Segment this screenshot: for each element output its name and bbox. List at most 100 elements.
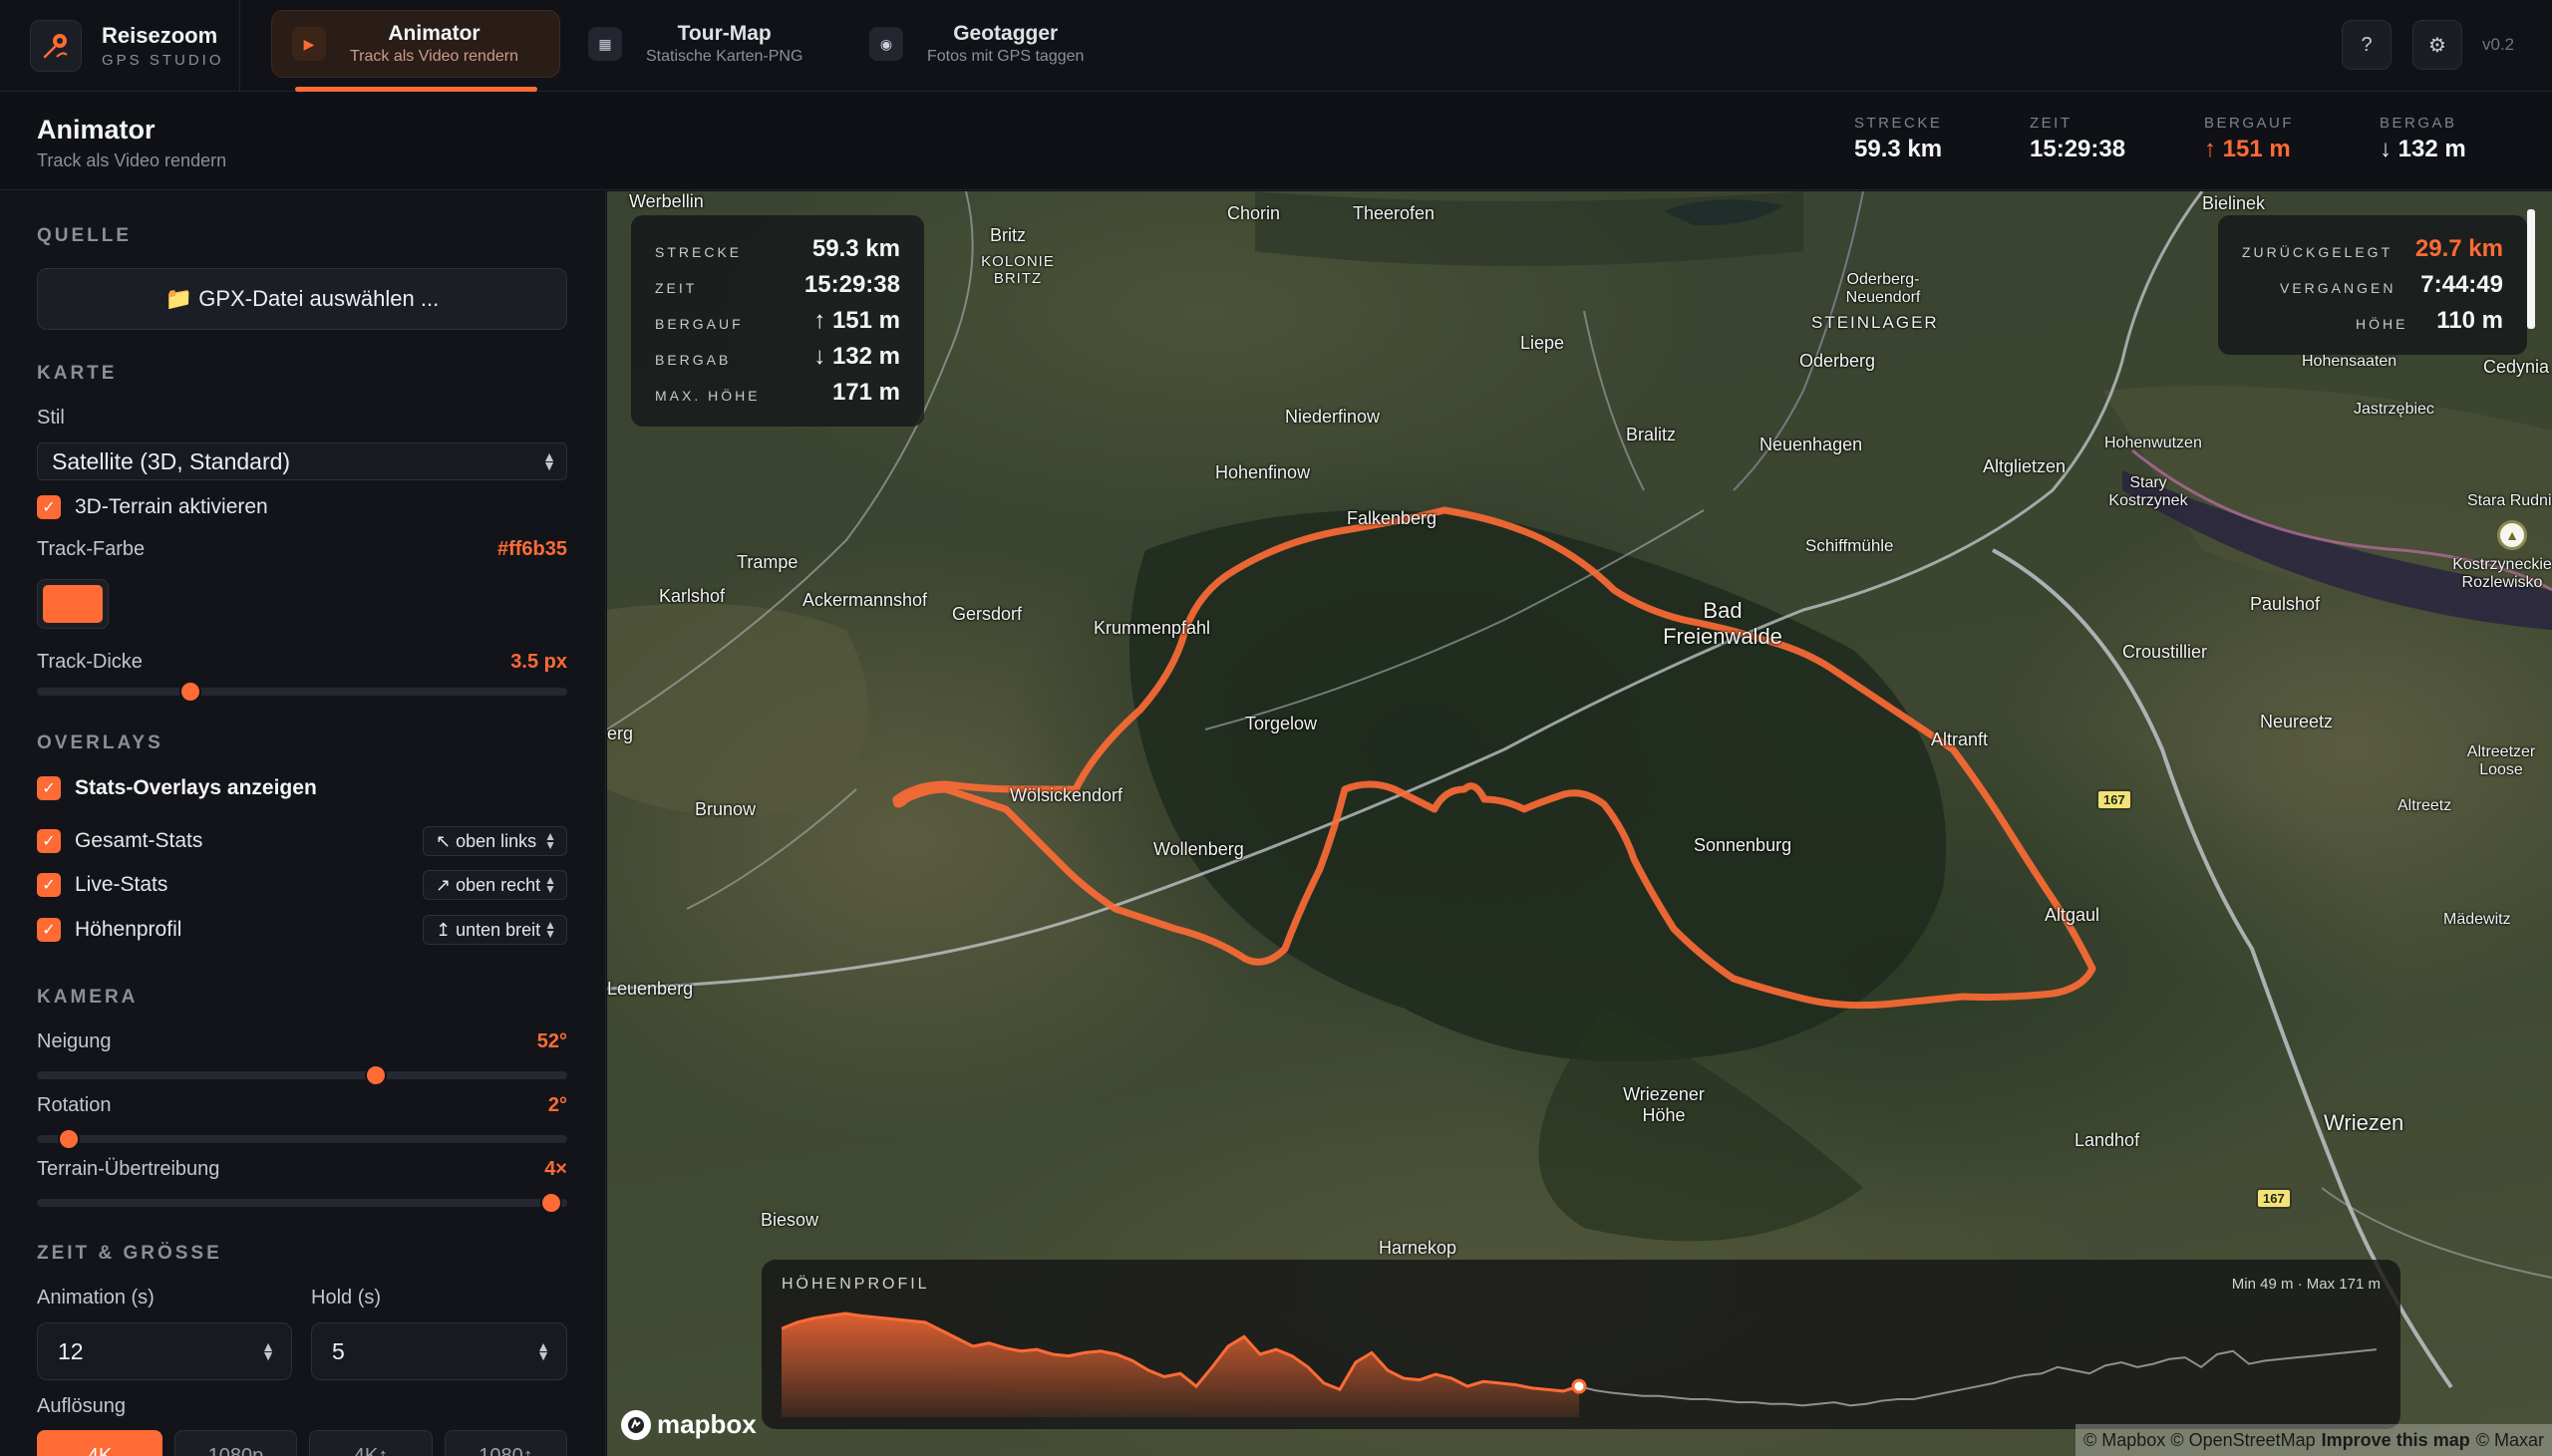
checkbox-checked-icon[interactable]: ✓ <box>37 918 61 942</box>
stats-overlays-toggle[interactable]: ✓ Stats-Overlays anzeigen <box>37 776 317 800</box>
page-subtitle: Track als Video rendern <box>37 150 227 170</box>
live-stats-position-select[interactable]: ↗ oben rechts ▲ ▼ <box>423 870 567 900</box>
place-label: Falkenberg <box>1347 508 1437 528</box>
stepper-icon[interactable]: ▲ ▼ <box>536 1339 550 1362</box>
place-label: Niederfinow <box>1285 407 1381 427</box>
select-value: ↥ unten breit <box>436 919 541 940</box>
place-label: Stary Kostrzynek <box>2108 474 2188 509</box>
hold-duration-label: Hold (s) <box>311 1287 382 1309</box>
tilt-label: Neigung <box>37 1030 112 1052</box>
place-label: Stara Rudnica <box>2467 492 2552 509</box>
stat-label: ZEIT <box>2030 115 2073 132</box>
resolution-1080p-button[interactable]: 1080p <box>174 1430 297 1456</box>
select-gpx-button[interactable]: 📁 GPX-Datei auswählen ... <box>37 268 567 330</box>
stat-label: BERGAB <box>655 352 732 368</box>
place-label: Werbellin <box>629 191 704 211</box>
slider-handle[interactable] <box>179 681 202 703</box>
resolution-1080-portrait-button[interactable]: 1080↕ <box>445 1430 567 1456</box>
place-label: Kostrzyneckie Rozlewisko <box>2452 556 2552 591</box>
place-label: Paulshof <box>2250 594 2321 614</box>
place-label: Neureetz <box>2260 712 2334 731</box>
gear-icon: ⚙ <box>2428 34 2446 57</box>
place-label: Altreetzer Loose <box>2466 743 2536 778</box>
resolution-4k-portrait-button[interactable]: 4K↕ <box>309 1430 433 1456</box>
place-label: Hohensaaten <box>2302 353 2397 370</box>
checkbox-checked-icon[interactable]: ✓ <box>37 495 61 519</box>
place-label: Leuenberg <box>607 979 694 999</box>
place-label: Jastrzębiec <box>2354 401 2434 418</box>
attribution-mapbox-link[interactable]: © Mapbox <box>2083 1430 2165 1451</box>
settings-button[interactable]: ⚙ <box>2412 20 2462 70</box>
elevation-profile-position-select[interactable]: ↥ unten breit ▲ ▼ <box>423 915 567 945</box>
tab-geotagger[interactable]: ◉ Geotagger Fotos mit GPS taggen <box>849 10 1128 78</box>
place-label: Wriezen <box>2324 1110 2404 1135</box>
map-icon: ▦ <box>588 27 622 61</box>
tab-animator[interactable]: ▶ Animator Track als Video rendern <box>271 10 560 78</box>
chevron-updown-icon: ▲ ▼ <box>540 830 556 851</box>
elevation-profile-toggle[interactable]: ✓ Höhenprofil <box>37 918 181 942</box>
attribution-osm-link[interactable]: © OpenStreetMap <box>2170 1430 2315 1451</box>
checkbox-checked-icon[interactable]: ✓ <box>37 829 61 853</box>
map-style-select[interactable]: Satellite (3D, Standard) ▲ ▼ <box>37 442 567 480</box>
track-width-label: Track-Dicke <box>37 651 143 673</box>
place-label: Theerofen <box>1353 203 1436 223</box>
tab-subtitle: Fotos mit GPS taggen <box>927 48 1085 65</box>
elevation-range: Min 49 m · Max 171 m <box>2231 1276 2381 1293</box>
resolution-label: Auflösung <box>37 1395 126 1417</box>
section-heading-overlays: OVERLAYS <box>37 732 163 753</box>
logo-icon <box>30 20 82 72</box>
place-label: Wriezener Höhe <box>1623 1084 1705 1125</box>
stat-label: BERGAUF <box>655 316 744 332</box>
terrain-exaggeration-slider[interactable] <box>37 1192 567 1214</box>
stat-label: HÖHE <box>2356 316 2408 332</box>
stepper-icon[interactable]: ▲ ▼ <box>261 1339 275 1362</box>
version-label: v0.2 <box>2482 35 2515 54</box>
checkbox-checked-icon[interactable]: ✓ <box>37 873 61 897</box>
tab-title: Tour-Map <box>677 22 772 45</box>
mapbox-logo[interactable]: mapbox <box>621 1409 757 1440</box>
place-label: Krummenpfahl <box>1094 618 1211 638</box>
pin-icon: ◉ <box>869 27 903 61</box>
terrain-toggle[interactable]: ✓ 3D-Terrain aktivieren <box>37 495 268 519</box>
track-width-slider[interactable] <box>37 681 567 703</box>
chevron-updown-icon: ▲ ▼ <box>540 919 556 940</box>
stat-value: 15:29:38 <box>2030 136 2126 162</box>
resolution-4k-button[interactable]: 4K <box>37 1430 162 1456</box>
elevation-area-completed <box>782 1313 1579 1417</box>
map-preview[interactable]: Werbellin Chorin Theerofen Britz KOLONIE… <box>607 191 2552 1456</box>
place-label: Neuenhagen <box>1759 435 1863 454</box>
checkbox-label: 3D-Terrain aktivieren <box>75 495 268 518</box>
tilt-slider[interactable] <box>37 1064 567 1086</box>
animation-duration-input[interactable]: 12 ▲ ▼ <box>37 1322 292 1380</box>
animation-duration-label: Animation (s) <box>37 1287 155 1309</box>
tab-title: Animator <box>388 22 480 45</box>
place-label: Bielinek <box>2202 193 2266 213</box>
checkbox-checked-icon[interactable]: ✓ <box>37 776 61 800</box>
header-stat-descent: BERGAB ↓ 132 m <box>2380 115 2466 163</box>
live-stats-toggle[interactable]: ✓ Live-Stats <box>37 873 167 897</box>
page-header: Animator Track als Video rendern STRECKE… <box>0 93 2552 190</box>
tab-tour-map[interactable]: ▦ Tour-Map Statische Karten-PNG <box>568 10 829 78</box>
place-label: Altglietzen <box>1983 456 2067 476</box>
mapbox-label: mapbox <box>657 1409 757 1439</box>
slider-handle[interactable] <box>365 1064 388 1086</box>
tab-subtitle: Track als Video rendern <box>350 48 518 65</box>
help-button[interactable]: ? <box>2342 20 2392 70</box>
overall-stats-position-select[interactable]: ↖ oben links ▲ ▼ <box>423 826 567 856</box>
hold-duration-input[interactable]: 5 ▲ ▼ <box>311 1322 567 1380</box>
brand[interactable]: Reisezoom GPS STUDIO <box>30 20 224 72</box>
place-label: Trampe <box>737 552 798 572</box>
map-attribution: © Mapbox © OpenStreetMap Improve this ma… <box>2075 1424 2552 1456</box>
improve-map-link[interactable]: Improve this map <box>2322 1430 2470 1451</box>
attribution-maxar-link[interactable]: © Maxar <box>2476 1430 2544 1451</box>
rotation-slider[interactable] <box>37 1128 567 1150</box>
place-label: Hohenfinow <box>1215 462 1311 482</box>
slider-handle[interactable] <box>540 1192 563 1214</box>
select-value: Satellite (3D, Standard) <box>52 447 291 474</box>
track-color-picker[interactable] <box>37 579 109 629</box>
slider-handle[interactable] <box>57 1128 80 1150</box>
checkbox-label: Live-Stats <box>75 873 168 896</box>
place-label: Oderberg <box>1799 351 1876 371</box>
position-marker-icon: ▲ <box>2497 520 2527 550</box>
overall-stats-toggle[interactable]: ✓ Gesamt-Stats <box>37 829 202 853</box>
